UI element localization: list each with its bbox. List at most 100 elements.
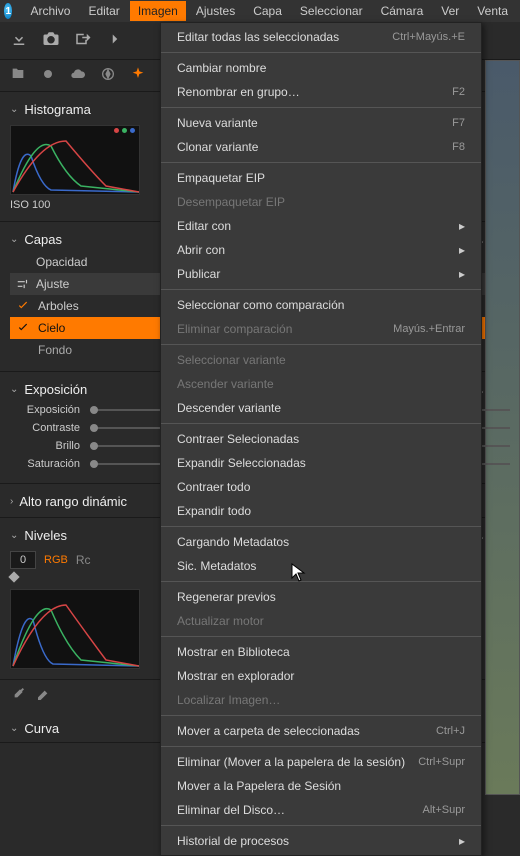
- menu-item-label: Ascender variante: [177, 377, 274, 391]
- menu-item[interactable]: Publicar▸: [161, 262, 481, 286]
- menu-item-label: Contraer todo: [177, 480, 250, 494]
- menu-capa[interactable]: Capa: [245, 1, 290, 21]
- menu-separator: [161, 825, 481, 826]
- pencil-icon[interactable]: [36, 686, 52, 705]
- menu-item[interactable]: Abrir con ▸: [161, 238, 481, 262]
- export-icon[interactable]: [74, 30, 92, 51]
- menu-item: Seleccionar variante: [161, 348, 481, 372]
- eyedropper-icon[interactable]: [10, 686, 26, 705]
- menu-item[interactable]: Expandir todo: [161, 499, 481, 523]
- menu-item-label: Abrir con: [177, 243, 225, 257]
- menu-item[interactable]: Editar con▸: [161, 214, 481, 238]
- layer-name: Arboles: [38, 299, 79, 313]
- menu-archivo[interactable]: Archivo: [22, 1, 78, 21]
- menu-item[interactable]: Eliminar del Disco… Alt+Supr: [161, 798, 481, 822]
- cloud-tab-icon[interactable]: [70, 66, 86, 85]
- menu-shortcut: Ctrl+Mayús.+E: [392, 31, 465, 43]
- menu-item-label: Renombrar en grupo…: [177, 85, 300, 99]
- menu-item[interactable]: Expandir Seleccionadas: [161, 451, 481, 475]
- histogram-graph: [10, 125, 140, 195]
- levels-value-input[interactable]: [10, 551, 36, 569]
- menu-item[interactable]: Mover a carpeta de seleccionadas Ctrl+J: [161, 719, 481, 743]
- menu-item[interactable]: Editar todas las seleccionadas Ctrl+Mayús…: [161, 25, 481, 49]
- menu-item[interactable]: Historial de procesos▸: [161, 829, 481, 853]
- chevron-down-icon: ⌄: [10, 723, 18, 734]
- menu-item[interactable]: Contraer Selecionadas: [161, 427, 481, 451]
- menu-ver[interactable]: Ver: [433, 1, 467, 21]
- menu-item[interactable]: Mostrar en explorador: [161, 664, 481, 688]
- menu-item-label: Descender variante: [177, 401, 281, 415]
- app-logo: 1: [4, 3, 12, 19]
- adjust-tab-icon[interactable]: [130, 66, 146, 85]
- menu-item[interactable]: Nueva variante F7: [161, 111, 481, 135]
- chevron-right-icon[interactable]: [106, 30, 124, 51]
- menu-item: Eliminar comparaciónMayús.+Entrar: [161, 317, 481, 341]
- menu-shortcut: Mayús.+Entrar: [393, 323, 465, 335]
- aperture-tab-icon[interactable]: [100, 66, 116, 85]
- chevron-down-icon: ⌄: [10, 104, 18, 115]
- menu-item-label: Seleccionar como comparación: [177, 298, 344, 312]
- menu-item[interactable]: Sic. Metadatos: [161, 554, 481, 578]
- menu-shortcut: Alt+Supr: [423, 804, 466, 816]
- menu-ventana[interactable]: Venta: [469, 1, 516, 21]
- submenu-arrow-icon: ▸: [459, 243, 465, 257]
- levels-graph: [10, 589, 140, 669]
- menu-item[interactable]: Renombrar en grupo…F2: [161, 80, 481, 104]
- menu-item-label: Mostrar en Biblioteca: [177, 645, 290, 659]
- levels-channel[interactable]: RGB: [44, 554, 68, 566]
- menu-item[interactable]: Regenerar previos: [161, 585, 481, 609]
- menu-item[interactable]: Empaquetar EIP: [161, 166, 481, 190]
- menu-item-label: Editar todas las seleccionadas: [177, 30, 339, 44]
- menu-item[interactable]: Cambiar nombre: [161, 56, 481, 80]
- menu-imagen[interactable]: Imagen: [130, 1, 186, 21]
- check-icon: [16, 299, 30, 313]
- menu-item: Ascender variante: [161, 372, 481, 396]
- menu-item-label: Nueva variante: [177, 116, 258, 130]
- submenu-arrow-icon: ▸: [459, 267, 465, 281]
- menu-item-label: Sic. Metadatos: [177, 559, 256, 573]
- menu-item-label: Cambiar nombre: [177, 61, 266, 75]
- chevron-down-icon: ⌄: [10, 234, 18, 245]
- library-tab-icon[interactable]: [10, 66, 26, 85]
- menu-item[interactable]: Mostrar en Biblioteca: [161, 640, 481, 664]
- sliders-icon: [16, 277, 30, 291]
- menu-item[interactable]: Clonar varianteF8: [161, 135, 481, 159]
- menu-item-label: Expandir Seleccionadas: [177, 456, 306, 470]
- menu-item-label: Localizar Imagen…: [177, 693, 280, 707]
- menu-item[interactable]: Eliminar (Mover a la papelera de la sesi…: [161, 750, 481, 774]
- menu-shortcut: F8: [452, 141, 465, 153]
- menu-item-label: Actualizar motor: [177, 614, 264, 628]
- menu-item-label: Eliminar del Disco…: [177, 803, 285, 817]
- menu-item-label: Mover a carpeta de seleccionadas: [177, 724, 360, 738]
- chevron-down-icon: ⌄: [10, 530, 18, 541]
- menu-shortcut: F7: [452, 117, 465, 129]
- imagen-dropdown: Editar todas las seleccionadas Ctrl+Mayús…: [160, 22, 482, 856]
- chevron-down-icon: ⌄: [10, 384, 18, 395]
- menu-separator: [161, 636, 481, 637]
- menu-item-label: Eliminar (Mover a la papelera de la sesi…: [177, 755, 405, 769]
- menu-item: Desempaquetar EIP: [161, 190, 481, 214]
- menu-camara[interactable]: Cámara: [373, 1, 432, 21]
- camera-icon[interactable]: [42, 30, 60, 51]
- menu-item[interactable]: Cargando Metadatos: [161, 530, 481, 554]
- menu-item[interactable]: Descender variante: [161, 396, 481, 420]
- capture-tab-icon[interactable]: [40, 66, 56, 85]
- check-icon: [16, 321, 30, 335]
- menu-ajustes[interactable]: Ajustes: [188, 1, 243, 21]
- menu-separator: [161, 581, 481, 582]
- menu-shortcut: Ctrl+J: [436, 725, 465, 737]
- menubar: 1 Archivo Editar Imagen Ajustes Capa Sel…: [0, 0, 520, 22]
- menu-item-label: Editar con: [177, 219, 231, 233]
- menu-separator: [161, 746, 481, 747]
- chevron-right-icon: ›: [10, 496, 13, 507]
- menu-seleccionar[interactable]: Seleccionar: [292, 1, 371, 21]
- menu-item[interactable]: Mover a la Papelera de Sesión: [161, 774, 481, 798]
- menu-separator: [161, 52, 481, 53]
- menu-item-label: Regenerar previos: [177, 590, 276, 604]
- menu-editar[interactable]: Editar: [80, 1, 127, 21]
- menu-separator: [161, 107, 481, 108]
- menu-item[interactable]: Seleccionar como comparación: [161, 293, 481, 317]
- menu-item[interactable]: Contraer todo: [161, 475, 481, 499]
- menu-item-label: Empaquetar EIP: [177, 171, 265, 185]
- import-icon[interactable]: [10, 30, 28, 51]
